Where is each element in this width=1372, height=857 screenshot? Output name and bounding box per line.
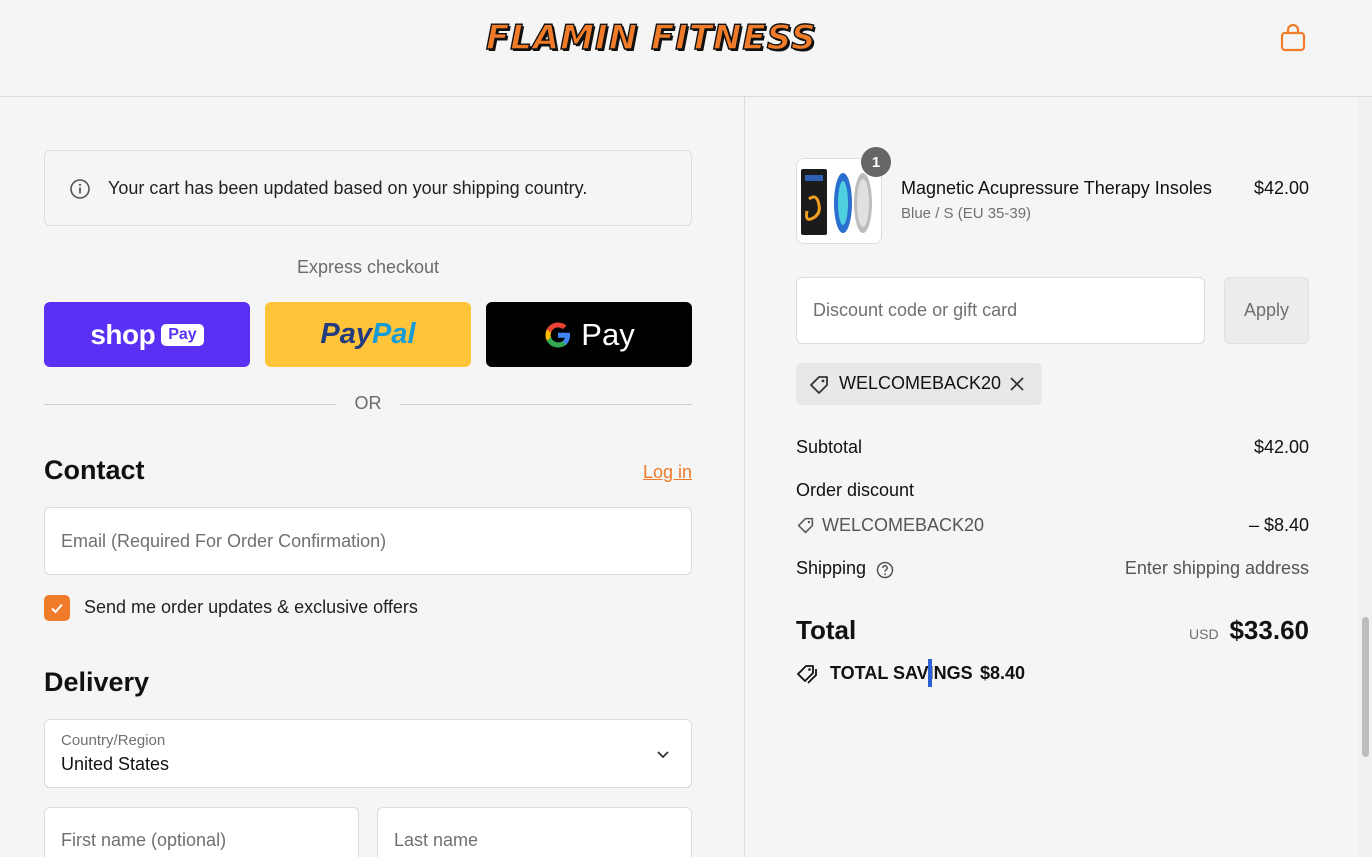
shipping-label: Shipping <box>796 558 867 578</box>
country-select[interactable]: Country/Region United States <box>44 719 692 788</box>
savings-tags-icon <box>797 665 817 684</box>
discount-code-label: WELCOMEBACK20 <box>822 515 985 535</box>
total-savings-label: TOTAL SAVINGS <box>830 663 973 683</box>
checkout-form: Your cart has been updated based on your… <box>0 97 744 857</box>
product-name: Magnetic Acupressure Therapy Insoles <box>901 178 1212 198</box>
discount-value: – $8.40 <box>1248 515 1309 535</box>
notice-text: Your cart has been updated based on your… <box>108 178 588 198</box>
discount-code-field[interactable] <box>796 277 1205 344</box>
discount-tag-icon <box>797 517 814 534</box>
help-circle-icon[interactable] <box>876 561 894 579</box>
country-value: United States <box>61 754 170 774</box>
applied-discount-code: WELCOMEBACK20 <box>839 373 1002 393</box>
country-label: Country/Region <box>61 732 166 749</box>
marketing-checkbox[interactable] <box>44 595 70 621</box>
total-label: Total <box>796 615 857 645</box>
product-price: $42.00 <box>1253 178 1309 198</box>
total-currency: USD <box>1189 626 1219 642</box>
header: FLAMIN FITNESS <box>0 0 1372 97</box>
shipping-value: Enter shipping address <box>1124 558 1309 578</box>
express-checkout-label: Express checkout <box>296 257 440 277</box>
marketing-checkbox-label: Send me order updates & exclusive offers <box>84 597 418 617</box>
quantity-badge: 1 <box>861 147 891 177</box>
total-savings-value: $8.40 <box>980 663 1026 683</box>
discount-code-input[interactable] <box>797 278 1204 343</box>
cart-updated-notice: Your cart has been updated based on your… <box>44 150 692 226</box>
shop-pay-button[interactable]: shop Pay <box>44 302 250 367</box>
contact-heading: Contact <box>44 455 145 485</box>
email-field[interactable] <box>44 507 692 575</box>
google-g-icon <box>545 322 571 347</box>
apply-button[interactable]: Apply <box>1224 277 1309 344</box>
order-summary: 1 Magnetic Acupressure Therapy Insoles B… <box>745 97 1359 857</box>
scrollbar-thumb[interactable] <box>1362 617 1369 757</box>
scrollbar[interactable] <box>1359 97 1372 857</box>
applied-discount-chip: WELCOMEBACK20 <box>796 363 1042 405</box>
product-variant: Blue / S (EU 35-39) <box>901 205 1032 222</box>
info-icon <box>70 179 90 199</box>
text-cursor <box>928 659 932 687</box>
paypal-wordmark: PayPal <box>320 318 416 350</box>
or-divider: OR <box>44 393 692 415</box>
order-discount-label: Order discount <box>796 480 915 500</box>
shop-pay-wordmark: shop <box>90 318 156 350</box>
shop-pay-badge: Pay <box>161 323 204 346</box>
delivery-heading: Delivery <box>44 667 150 697</box>
last-name-field[interactable] <box>377 807 692 857</box>
google-pay-button[interactable]: Pay <box>486 302 692 367</box>
subtotal-value: $42.00 <box>1253 437 1309 457</box>
first-name-field[interactable] <box>44 807 359 857</box>
paypal-button[interactable]: PayPal <box>265 302 471 367</box>
first-name-input[interactable] <box>45 808 358 857</box>
shopping-bag-icon[interactable] <box>1280 24 1306 52</box>
remove-discount-icon[interactable] <box>1008 375 1026 393</box>
tag-icon <box>810 376 828 394</box>
subtotal-label: Subtotal <box>796 437 863 457</box>
google-pay-wordmark: Pay <box>581 316 635 352</box>
login-link[interactable]: Log in <box>620 462 692 483</box>
last-name-input[interactable] <box>378 808 691 857</box>
chevron-down-icon <box>657 751 669 759</box>
total-value: $33.60 <box>1229 615 1309 645</box>
checkmark-icon <box>51 603 63 614</box>
email-input[interactable] <box>45 508 691 574</box>
store-logo[interactable]: FLAMIN FITNESS <box>485 17 817 58</box>
